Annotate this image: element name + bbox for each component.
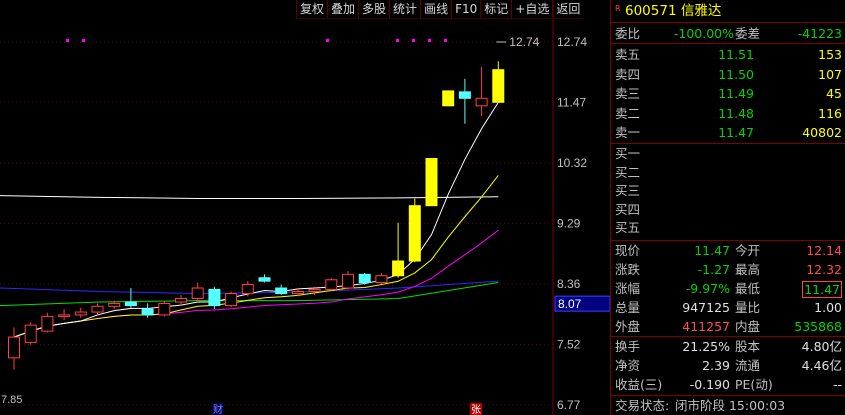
toolbar-button-4[interactable]: 画线	[420, 0, 451, 18]
bid-row: 买五	[615, 220, 641, 235]
candle-body	[24, 324, 37, 343]
candle-body	[275, 287, 288, 295]
toolbar-button-1[interactable]: 叠加	[327, 0, 358, 18]
ask-row: 卖三 11.49 45	[615, 86, 842, 101]
toolbar-button-0[interactable]: 复权	[296, 0, 327, 18]
candle-body	[41, 315, 54, 332]
y-tick-label: 10.32	[557, 156, 587, 170]
signal-dot	[66, 39, 69, 42]
kline-chart[interactable]: 12.74 7.85 财 张 12.74 11.47 10.32 9.29 8.36 7.52 6…	[0, 0, 610, 415]
fundamental-row: 净资 2.39 流通 4.46亿	[615, 358, 842, 373]
toolbar-button-3[interactable]: 统计	[389, 0, 420, 18]
stat-row: 涨跌 -1.27 最高 12.32	[615, 262, 842, 277]
candle-body	[308, 288, 321, 292]
candle-body	[225, 293, 238, 307]
ask-row: 卖五 11.51 153	[615, 47, 842, 62]
r-mark: R	[615, 4, 621, 13]
signal-dot	[326, 39, 329, 42]
candle-body	[475, 97, 488, 107]
stat-row: 现价 11.47 今开 12.14	[615, 243, 842, 258]
candle-body	[325, 279, 338, 290]
candle-body	[342, 273, 354, 289]
candle-body	[375, 275, 388, 284]
toolbar-button-7[interactable]: +自选	[511, 0, 552, 18]
event-marker: 张	[471, 404, 481, 415]
candle-body	[425, 158, 438, 207]
candle-body	[358, 273, 371, 284]
candle-body	[458, 91, 471, 99]
candle-body	[408, 205, 421, 262]
ask-row: 卖四 11.50 107	[615, 66, 842, 82]
candle-body	[492, 69, 505, 103]
min-price-label: 7.85	[1, 394, 22, 406]
price-gridlines	[0, 0, 554, 415]
candle-body	[208, 288, 221, 307]
candle-body	[175, 297, 187, 303]
bid-row: 买二	[615, 164, 641, 180]
y-tick-label: 9.29	[557, 216, 581, 230]
ma5-line	[13, 102, 499, 338]
signal-dot	[444, 39, 447, 42]
candle-body	[258, 277, 271, 282]
candle-body	[91, 305, 104, 313]
fundamental-row: 换手 21.25% 股本 4.80亿	[615, 339, 842, 354]
ask-row: 卖一 11.47 40802	[615, 125, 842, 140]
candle-body	[241, 284, 254, 295]
quote-panel: R 600571 信雅达 委比 -100.00% 委差 -41223 卖五 11.…	[610, 0, 845, 415]
event-marker: 财	[213, 403, 223, 415]
moving-average-lines	[0, 102, 499, 338]
toolbar-button-2[interactable]: 多股	[358, 0, 389, 18]
stat-row: 涨幅 -9.97% 最低 11.47	[615, 281, 842, 298]
candle-body	[108, 302, 121, 307]
stock-code-name: 600571 信雅达	[625, 3, 722, 19]
trade-status: 交易状态: 闭市阶段 15:00:03	[615, 398, 786, 413]
stat-row: 外盘 411257 内盘 535868	[615, 319, 842, 334]
bid-row: 买四	[615, 201, 641, 217]
candle-body	[58, 314, 71, 317]
current-price-label: 8.07	[558, 297, 582, 311]
bid-row: 买三	[615, 183, 641, 198]
candle-body	[8, 336, 20, 359]
y-tick-label: 7.52	[557, 338, 581, 352]
candle-body	[291, 290, 304, 295]
weibi-row: 委比 -100.00% 委差 -41223	[615, 26, 842, 41]
candle-body	[191, 287, 204, 299]
chart-toolbar: 复权 叠加 多股 统计 画线 F10 标记 +自选 返回	[296, 0, 584, 19]
candle-body	[392, 260, 405, 277]
signal-dot	[396, 39, 399, 42]
toolbar-button-6[interactable]: 标记	[480, 0, 511, 18]
stock-header: R 600571 信雅达	[611, 0, 845, 22]
y-tick-label: 12.74	[557, 35, 587, 49]
candle-body	[124, 301, 137, 307]
candle-body	[158, 302, 171, 316]
max-price-label: 12.74	[509, 35, 539, 49]
signal-dot	[428, 39, 431, 42]
toolbar-button-5[interactable]: F10	[451, 0, 480, 18]
y-tick-label: 11.47	[557, 95, 586, 109]
candle-body	[74, 311, 87, 316]
ask-row: 卖二 11.48 116	[615, 105, 842, 121]
fundamental-row: 收益(三) -0.190 PE(动) --	[615, 377, 842, 392]
bid-row: 买一	[615, 146, 641, 161]
price-axis: 12.74 11.47 10.32 9.29 8.36 7.52 6.77 8.07	[554, 35, 610, 412]
chart-annotations: 12.74 7.85 财 张	[1, 35, 540, 415]
signal-dot	[412, 39, 415, 42]
candle-body	[141, 308, 154, 316]
stat-row: 总量 947125 量比 1.00	[615, 300, 842, 315]
candlestick-series	[8, 61, 505, 370]
y-tick-label: 6.77	[557, 398, 581, 412]
candle-body	[442, 90, 455, 107]
ma250-line	[0, 195, 499, 200]
y-tick-label: 8.36	[557, 277, 581, 291]
signal-dot	[82, 39, 85, 42]
toolbar-button-8[interactable]: 返回	[552, 0, 583, 18]
